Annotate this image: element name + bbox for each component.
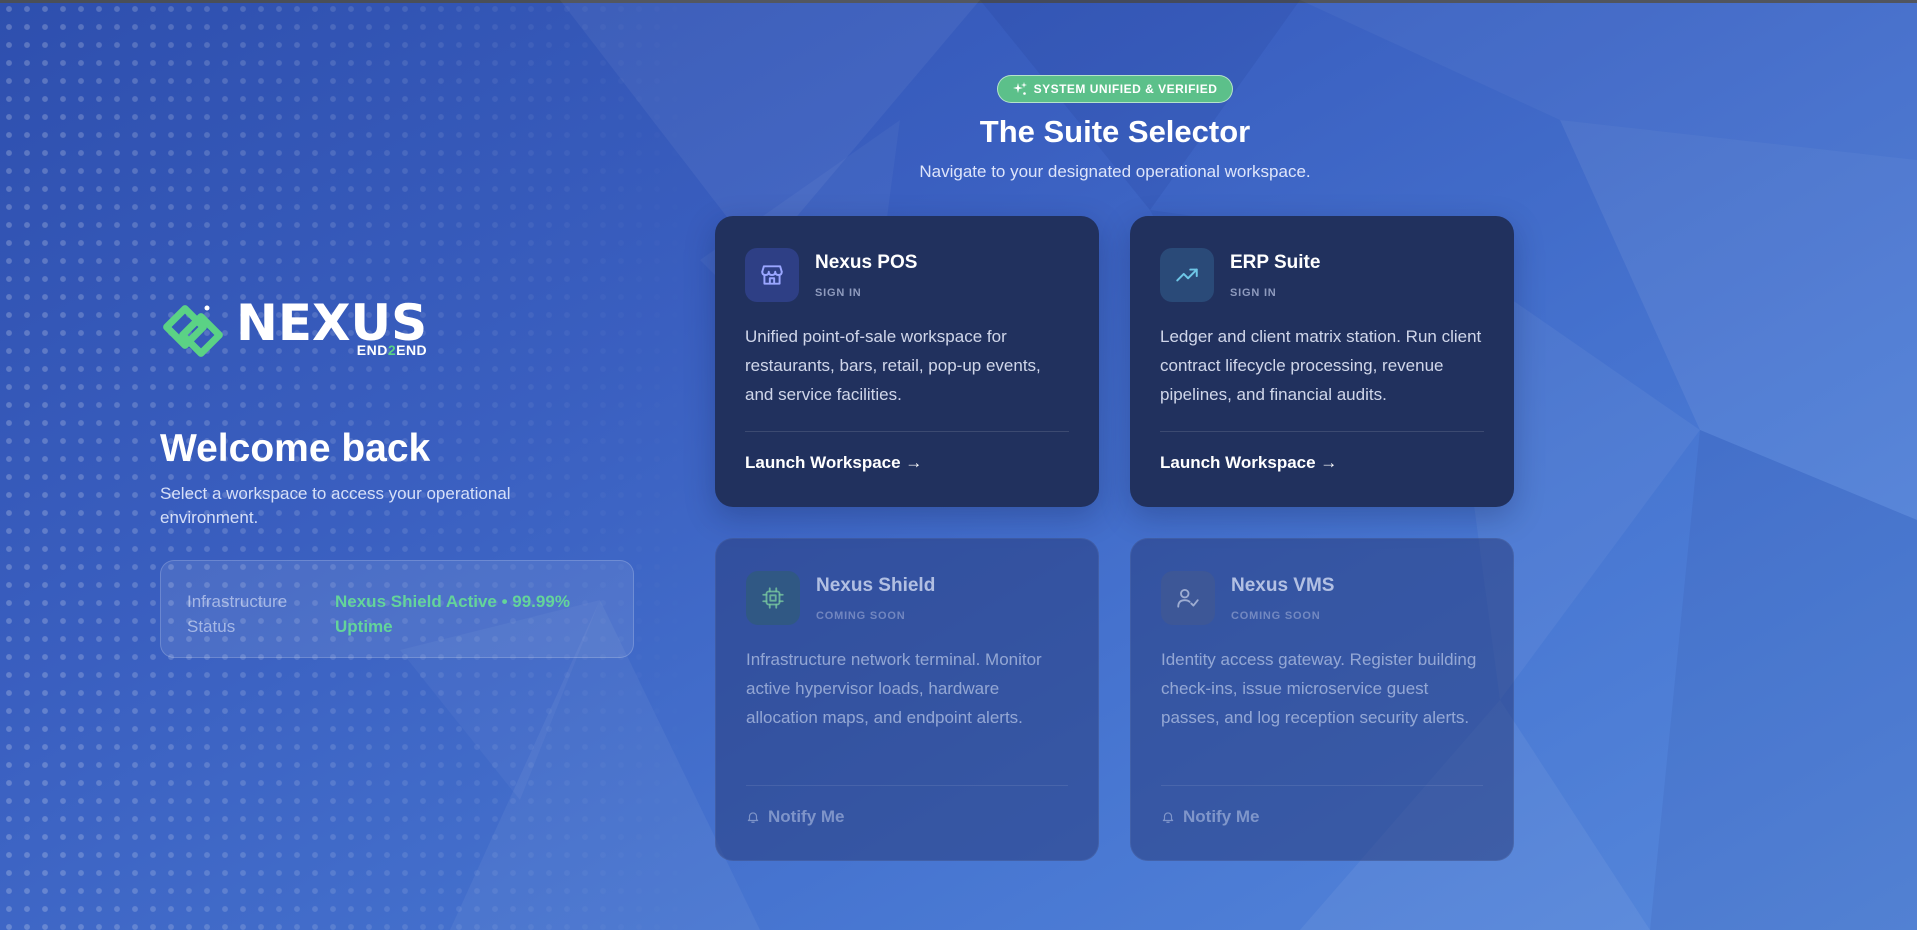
card-icon-box bbox=[1160, 248, 1214, 302]
welcome-panel: NEXUS END2END Welcome back Select a work… bbox=[160, 298, 640, 658]
verified-badge: SYSTEM UNIFIED & VERIFIED bbox=[996, 75, 1234, 103]
card-icon-box bbox=[746, 571, 800, 625]
card-tag: COMING SOON bbox=[816, 610, 906, 622]
notify-me-button[interactable]: Notify Me bbox=[1161, 807, 1260, 827]
card-erp-suite[interactable]: ERP Suite SIGN IN Ledger and client matr… bbox=[1130, 216, 1514, 507]
card-description: Infrastructure network terminal. Monitor… bbox=[746, 650, 1042, 727]
welcome-heading: Welcome back bbox=[160, 427, 431, 470]
trending-up-icon bbox=[1176, 268, 1198, 282]
page-title: The Suite Selector bbox=[979, 114, 1251, 149]
suite-header: SYSTEM UNIFIED & VERIFIED The Suite Sele… bbox=[715, 75, 1515, 182]
infrastructure-status-card: Infrastructure Status Nexus Shield Activ… bbox=[160, 560, 634, 658]
card-tag: SIGN IN bbox=[815, 287, 862, 299]
nexus-logo: NEXUS END2END bbox=[160, 298, 640, 364]
card-title: Nexus POS bbox=[815, 252, 918, 273]
user-check-icon bbox=[1177, 588, 1199, 608]
card-description: Identity access gateway. Register buildi… bbox=[1161, 650, 1477, 727]
notify-me-button[interactable]: Notify Me bbox=[746, 807, 845, 827]
logo-wordmark: NEXUS END2END bbox=[236, 294, 428, 358]
cpu-chip-icon bbox=[762, 587, 784, 609]
status-value: Nexus Shield Active • 99.99% Uptime bbox=[335, 592, 570, 636]
card-divider bbox=[745, 431, 1069, 432]
badge-label: SYSTEM UNIFIED & VERIFIED bbox=[1033, 82, 1218, 96]
launch-workspace-link[interactable]: Launch Workspace → bbox=[745, 453, 922, 473]
launch-workspace-link[interactable]: Launch Workspace → bbox=[1160, 453, 1337, 473]
card-description: Unified point-of-sale workspace for rest… bbox=[745, 327, 1041, 404]
nexus-logo-mark-icon bbox=[163, 305, 223, 357]
welcome-subheading: Select a workspace to access your operat… bbox=[160, 484, 511, 527]
logo-name: NEXUS bbox=[236, 294, 428, 352]
card-divider bbox=[1161, 785, 1483, 786]
card-description: Ledger and client matrix station. Run cl… bbox=[1160, 327, 1482, 404]
card-tag: SIGN IN bbox=[1230, 287, 1277, 299]
card-title: ERP Suite bbox=[1230, 252, 1321, 273]
storefront-icon bbox=[761, 265, 783, 285]
notify-label: Notify Me bbox=[1183, 807, 1260, 826]
card-nexus-shield: Nexus Shield COMING SOON Infrastructure … bbox=[715, 538, 1099, 861]
card-tag: COMING SOON bbox=[1231, 610, 1321, 622]
card-icon-box bbox=[745, 248, 799, 302]
bell-icon bbox=[747, 812, 759, 823]
card-title: Nexus VMS bbox=[1231, 575, 1335, 596]
card-nexus-vms: Nexus VMS COMING SOON Identity access ga… bbox=[1130, 538, 1514, 861]
status-label: Infrastructure Status bbox=[187, 592, 288, 636]
card-divider bbox=[1160, 431, 1484, 432]
card-divider bbox=[746, 785, 1068, 786]
card-nexus-pos[interactable]: Nexus POS SIGN IN Unified point-of-sale … bbox=[715, 216, 1099, 507]
sparkles-icon bbox=[1012, 82, 1027, 95]
bell-icon bbox=[1162, 812, 1174, 823]
logo-tagline: END2END bbox=[356, 342, 428, 358]
card-title: Nexus Shield bbox=[816, 575, 936, 596]
card-icon-box bbox=[1161, 571, 1215, 625]
notify-label: Notify Me bbox=[768, 807, 845, 826]
page-subtitle: Navigate to your designated operational … bbox=[919, 162, 1311, 181]
